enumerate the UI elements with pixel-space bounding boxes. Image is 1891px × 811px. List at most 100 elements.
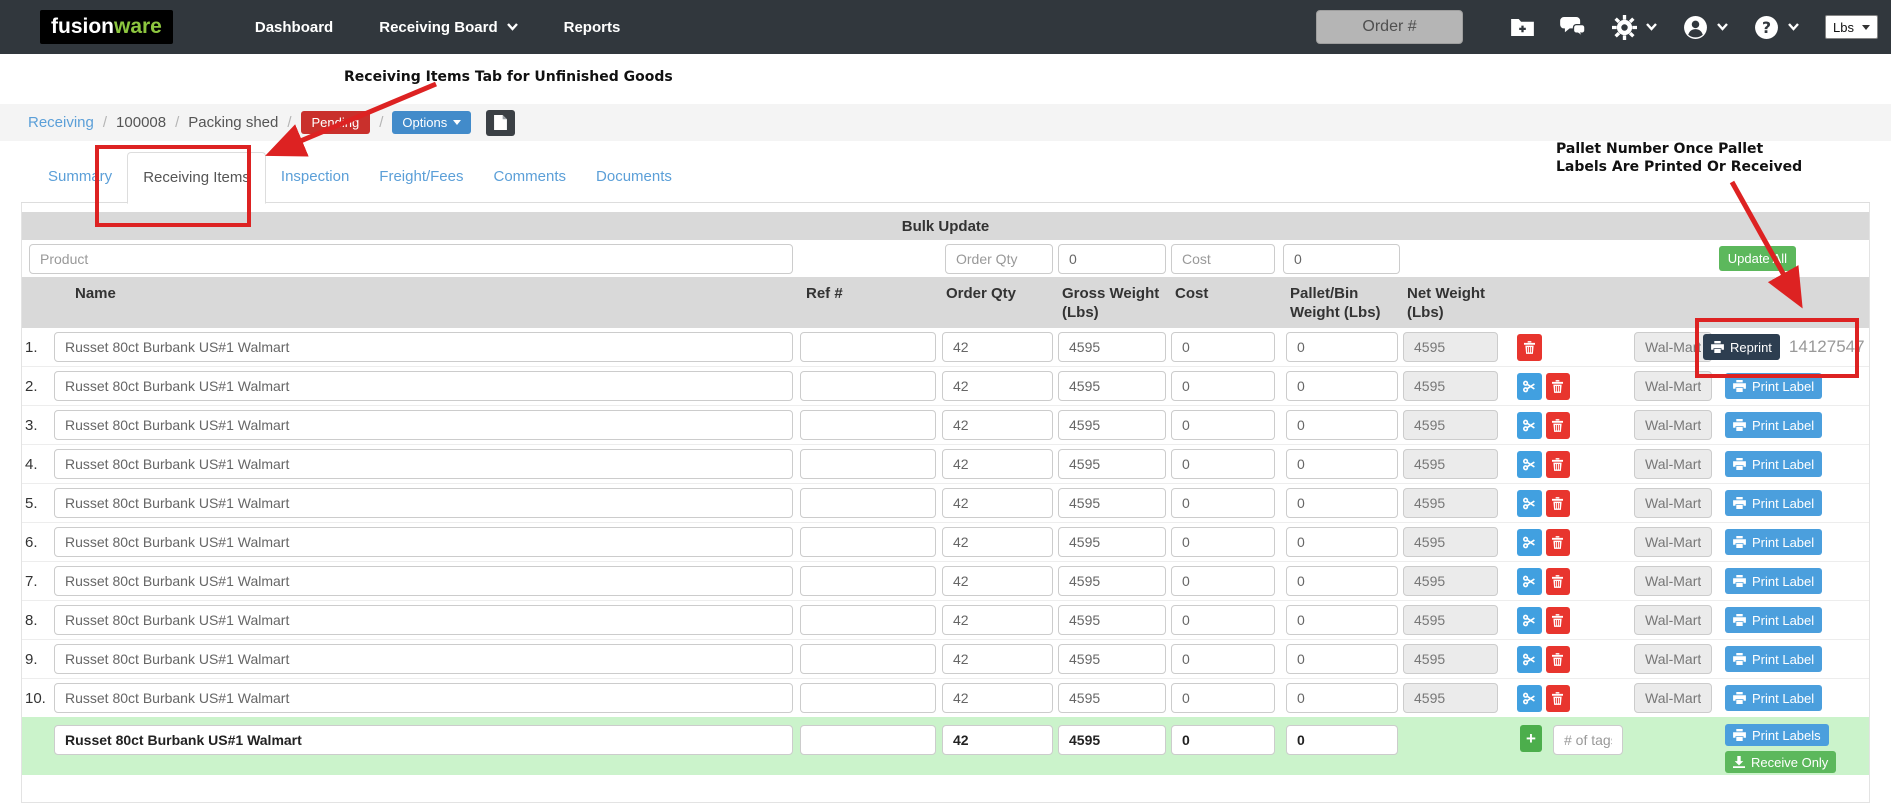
print-label-button[interactable]: Print Label xyxy=(1725,373,1823,399)
order-qty-input[interactable] xyxy=(942,527,1053,557)
delete-item-button[interactable] xyxy=(1545,372,1570,400)
bulk-cost-value-input[interactable] xyxy=(1283,243,1400,274)
delete-item-button[interactable] xyxy=(1545,567,1570,595)
menu-receiving-board[interactable]: Receiving Board xyxy=(379,19,518,36)
cost-input[interactable] xyxy=(1171,410,1275,440)
help-button[interactable]: ? xyxy=(1754,15,1799,40)
split-item-button[interactable] xyxy=(1517,645,1542,673)
order-qty-input[interactable] xyxy=(942,488,1053,518)
add-folder-button[interactable] xyxy=(1511,18,1534,36)
ref-number-input[interactable] xyxy=(800,371,936,401)
order-qty-input[interactable] xyxy=(942,371,1053,401)
delete-item-button[interactable] xyxy=(1545,411,1570,439)
bulk-order-qty-value-input[interactable] xyxy=(1058,243,1166,274)
delete-item-button[interactable] xyxy=(1545,606,1570,634)
ref-number-input[interactable] xyxy=(800,488,936,518)
split-item-button[interactable] xyxy=(1517,450,1542,478)
split-item-button[interactable] xyxy=(1517,567,1542,595)
new-pallet-bin-weight-input[interactable] xyxy=(1286,725,1398,755)
order-qty-input[interactable] xyxy=(942,683,1053,713)
delete-item-button[interactable] xyxy=(1545,528,1570,556)
print-label-button[interactable]: Print Label xyxy=(1725,529,1823,555)
cost-input[interactable] xyxy=(1171,332,1275,362)
gross-weight-input[interactable] xyxy=(1058,488,1166,518)
print-label-button[interactable]: Print Label xyxy=(1725,412,1823,438)
print-label-button[interactable]: Print Label xyxy=(1725,451,1823,477)
print-label-button[interactable]: Print Label xyxy=(1725,685,1823,711)
ref-number-input[interactable] xyxy=(800,449,936,479)
tab-receiving-items[interactable]: Receiving Items xyxy=(127,152,266,204)
new-product-name-input[interactable] xyxy=(54,725,793,755)
gross-weight-input[interactable] xyxy=(1058,605,1166,635)
messages-button[interactable] xyxy=(1560,17,1586,37)
order-qty-input[interactable] xyxy=(942,332,1053,362)
cost-input[interactable] xyxy=(1171,566,1275,596)
cost-input[interactable] xyxy=(1171,449,1275,479)
pallet-bin-weight-input[interactable] xyxy=(1286,644,1398,674)
ref-number-input[interactable] xyxy=(800,410,936,440)
pallet-bin-weight-input[interactable] xyxy=(1286,371,1398,401)
split-item-button[interactable] xyxy=(1517,606,1542,634)
cost-input[interactable] xyxy=(1171,644,1275,674)
gross-weight-input[interactable] xyxy=(1058,644,1166,674)
ref-number-input[interactable] xyxy=(800,605,936,635)
gross-weight-input[interactable] xyxy=(1058,332,1166,362)
tags-count-input[interactable] xyxy=(1553,725,1623,755)
delete-item-button[interactable] xyxy=(1545,450,1570,478)
print-label-button[interactable]: Print Label xyxy=(1725,568,1823,594)
cost-input[interactable] xyxy=(1171,488,1275,518)
product-name-input[interactable] xyxy=(54,644,793,674)
product-name-input[interactable] xyxy=(54,410,793,440)
product-name-input[interactable] xyxy=(54,371,793,401)
delete-item-button[interactable] xyxy=(1545,489,1570,517)
tab-summary[interactable]: Summary xyxy=(33,152,127,202)
pallet-bin-weight-input[interactable] xyxy=(1286,410,1398,440)
product-name-input[interactable] xyxy=(54,488,793,518)
tab-freight-fees[interactable]: Freight/Fees xyxy=(364,152,478,202)
bulk-cost-input[interactable] xyxy=(1171,243,1275,274)
pallet-bin-weight-input[interactable] xyxy=(1286,488,1398,518)
gross-weight-input[interactable] xyxy=(1058,449,1166,479)
document-button[interactable] xyxy=(486,109,516,136)
product-name-input[interactable] xyxy=(54,527,793,557)
reprint-button[interactable]: Reprint xyxy=(1703,334,1780,360)
tab-comments[interactable]: Comments xyxy=(479,152,582,202)
ref-number-input[interactable] xyxy=(800,566,936,596)
split-item-button[interactable] xyxy=(1517,528,1542,556)
ref-number-input[interactable] xyxy=(800,683,936,713)
update-all-button[interactable]: Update All xyxy=(1718,246,1796,271)
split-item-button[interactable] xyxy=(1517,489,1542,517)
product-name-input[interactable] xyxy=(54,683,793,713)
print-label-button[interactable]: Print Label xyxy=(1725,607,1823,633)
print-label-button[interactable]: Print Label xyxy=(1725,646,1823,672)
split-item-button[interactable] xyxy=(1517,372,1542,400)
split-item-button[interactable] xyxy=(1517,411,1542,439)
menu-reports[interactable]: Reports xyxy=(564,19,621,36)
order-qty-input[interactable] xyxy=(942,410,1053,440)
gross-weight-input[interactable] xyxy=(1058,683,1166,713)
pallet-bin-weight-input[interactable] xyxy=(1286,332,1398,362)
cost-input[interactable] xyxy=(1171,527,1275,557)
bulk-product-input[interactable] xyxy=(29,243,793,274)
product-name-input[interactable] xyxy=(54,449,793,479)
bulk-order-qty-input[interactable] xyxy=(945,243,1053,274)
receive-only-button[interactable]: Receive Only xyxy=(1725,751,1837,773)
unit-select[interactable]: Lbs xyxy=(1825,15,1878,39)
delete-item-button[interactable] xyxy=(1545,645,1570,673)
account-button[interactable] xyxy=(1683,15,1728,40)
delete-item-button[interactable] xyxy=(1517,333,1542,361)
ref-number-input[interactable] xyxy=(800,527,936,557)
ref-number-input[interactable] xyxy=(800,644,936,674)
pallet-bin-weight-input[interactable] xyxy=(1286,449,1398,479)
options-button[interactable]: Options xyxy=(392,111,472,134)
pallet-bin-weight-input[interactable] xyxy=(1286,683,1398,713)
gross-weight-input[interactable] xyxy=(1058,566,1166,596)
add-item-button[interactable]: + xyxy=(1520,725,1542,752)
gross-weight-input[interactable] xyxy=(1058,410,1166,440)
new-cost-input[interactable] xyxy=(1171,725,1275,755)
product-name-input[interactable] xyxy=(54,605,793,635)
print-label-button[interactable]: Print Label xyxy=(1725,490,1823,516)
tab-documents[interactable]: Documents xyxy=(581,152,687,202)
order-qty-input[interactable] xyxy=(942,449,1053,479)
gross-weight-input[interactable] xyxy=(1058,527,1166,557)
